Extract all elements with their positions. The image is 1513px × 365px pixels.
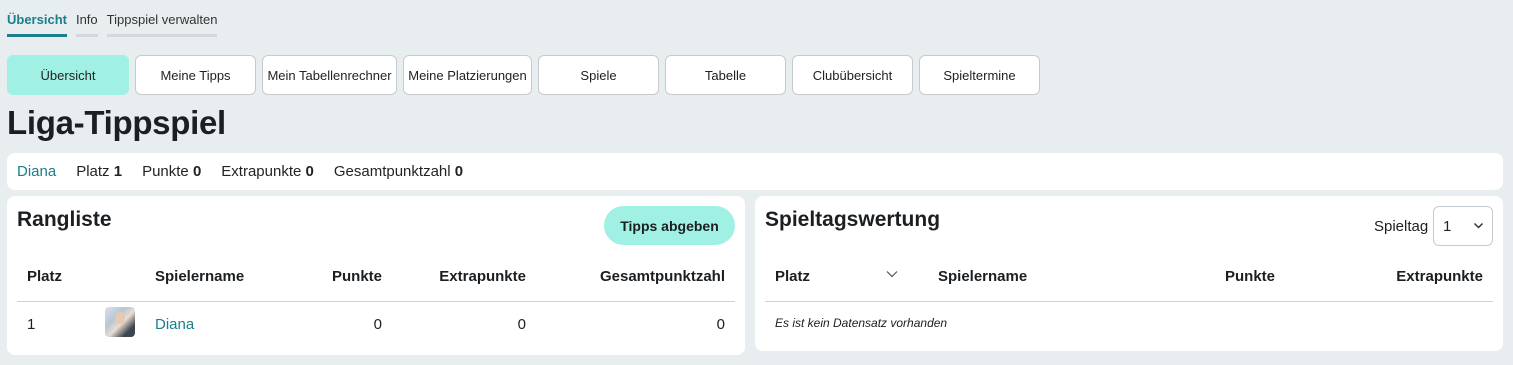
col-header-extrapunkte[interactable]: Extrapunkte	[439, 268, 526, 285]
spieltag-select[interactable]: 1	[1433, 206, 1493, 246]
tipps-abgeben-button[interactable]: Tipps abgeben	[604, 206, 735, 245]
col-header-punkte[interactable]: Punkte	[1225, 268, 1275, 285]
top-tabs: Übersicht Info Tippspiel verwalten	[7, 12, 218, 37]
col-header-platz[interactable]: Platz	[775, 268, 810, 285]
row-player-link[interactable]: Diana	[155, 316, 194, 333]
summary-platz-label: Platz	[76, 163, 110, 180]
nav-button-uebersicht[interactable]: Übersicht	[7, 55, 129, 95]
sort-chevron-icon[interactable]	[885, 267, 899, 281]
nav-button-spieltermine[interactable]: Spieltermine	[919, 55, 1040, 95]
table-divider	[765, 301, 1493, 302]
table-divider	[17, 301, 735, 302]
empty-state-text: Es ist kein Datensatz vorhanden	[775, 316, 948, 330]
nav-button-platzierungen[interactable]: Meine Platzierungen	[403, 55, 532, 95]
nav-button-tabellenrechner[interactable]: Mein Tabellenrechner	[262, 55, 397, 95]
summary-punkte-value: 0	[192, 163, 202, 180]
col-header-platz[interactable]: Platz	[27, 268, 62, 285]
spieltagswertung-card: Spieltagswertung Spieltag 1 Platz Spiele…	[755, 196, 1503, 351]
nav-button-spiele[interactable]: Spiele	[538, 55, 659, 95]
summary-extrapunkte-value: 0	[305, 163, 314, 180]
user-summary: Diana Platz 1 Punkte 0 Extrapunkte 0 Ges…	[7, 153, 1503, 190]
summary-gesamt-label: Gesamtpunktzahl	[333, 163, 451, 180]
col-header-gesamtpunktzahl[interactable]: Gesamtpunktzahl	[600, 268, 725, 285]
tab-uebersicht[interactable]: Übersicht	[7, 12, 67, 37]
nav-button-clubuebersicht[interactable]: Clubübersicht	[792, 55, 913, 95]
nav-button-meine-tipps[interactable]: Meine Tipps	[135, 55, 256, 95]
summary-gesamt: Gesamtpunktzahl 0	[334, 163, 463, 180]
spieltag-select-value: 1	[1443, 217, 1452, 235]
spieltagswertung-title: Spieltagswertung	[765, 208, 941, 231]
nav-buttons: Übersicht Meine Tipps Mein Tabellenrechn…	[7, 55, 1040, 95]
summary-platz-value: 1	[113, 163, 123, 180]
summary-punkte-label: Punkte	[142, 163, 189, 180]
page-title: Liga-Tippspiel	[7, 104, 226, 141]
col-header-spielername[interactable]: Spielername	[155, 268, 244, 285]
tab-tippspiel-verwalten[interactable]: Tippspiel verwalten	[106, 12, 218, 37]
tab-info[interactable]: Info	[75, 12, 98, 37]
summary-gesamt-value: 0	[454, 163, 464, 180]
col-header-extrapunkte[interactable]: Extrapunkte	[1396, 268, 1483, 285]
row-extrapunkte: 0	[517, 316, 526, 333]
summary-extrapunkte: Extrapunkte 0	[221, 163, 314, 180]
rangliste-card: Rangliste Tipps abgeben Platz Spielernam…	[7, 196, 745, 355]
row-platz: 1	[27, 316, 36, 333]
spieltag-label: Spieltag	[1374, 218, 1429, 235]
row-gesamt: 0	[716, 316, 725, 333]
avatar	[105, 307, 135, 337]
summary-punkte: Punkte 0	[142, 163, 201, 180]
summary-extrapunkte-label: Extrapunkte	[221, 163, 302, 180]
summary-platz: Platz 1	[76, 163, 122, 180]
nav-button-tabelle[interactable]: Tabelle	[665, 55, 786, 95]
rangliste-title: Rangliste	[17, 208, 112, 231]
col-header-punkte[interactable]: Punkte	[332, 268, 382, 285]
row-punkte: 0	[373, 316, 382, 333]
chevron-down-icon	[1473, 220, 1484, 234]
summary-user-link[interactable]: Diana	[17, 163, 56, 180]
col-header-spielername[interactable]: Spielername	[938, 268, 1027, 285]
